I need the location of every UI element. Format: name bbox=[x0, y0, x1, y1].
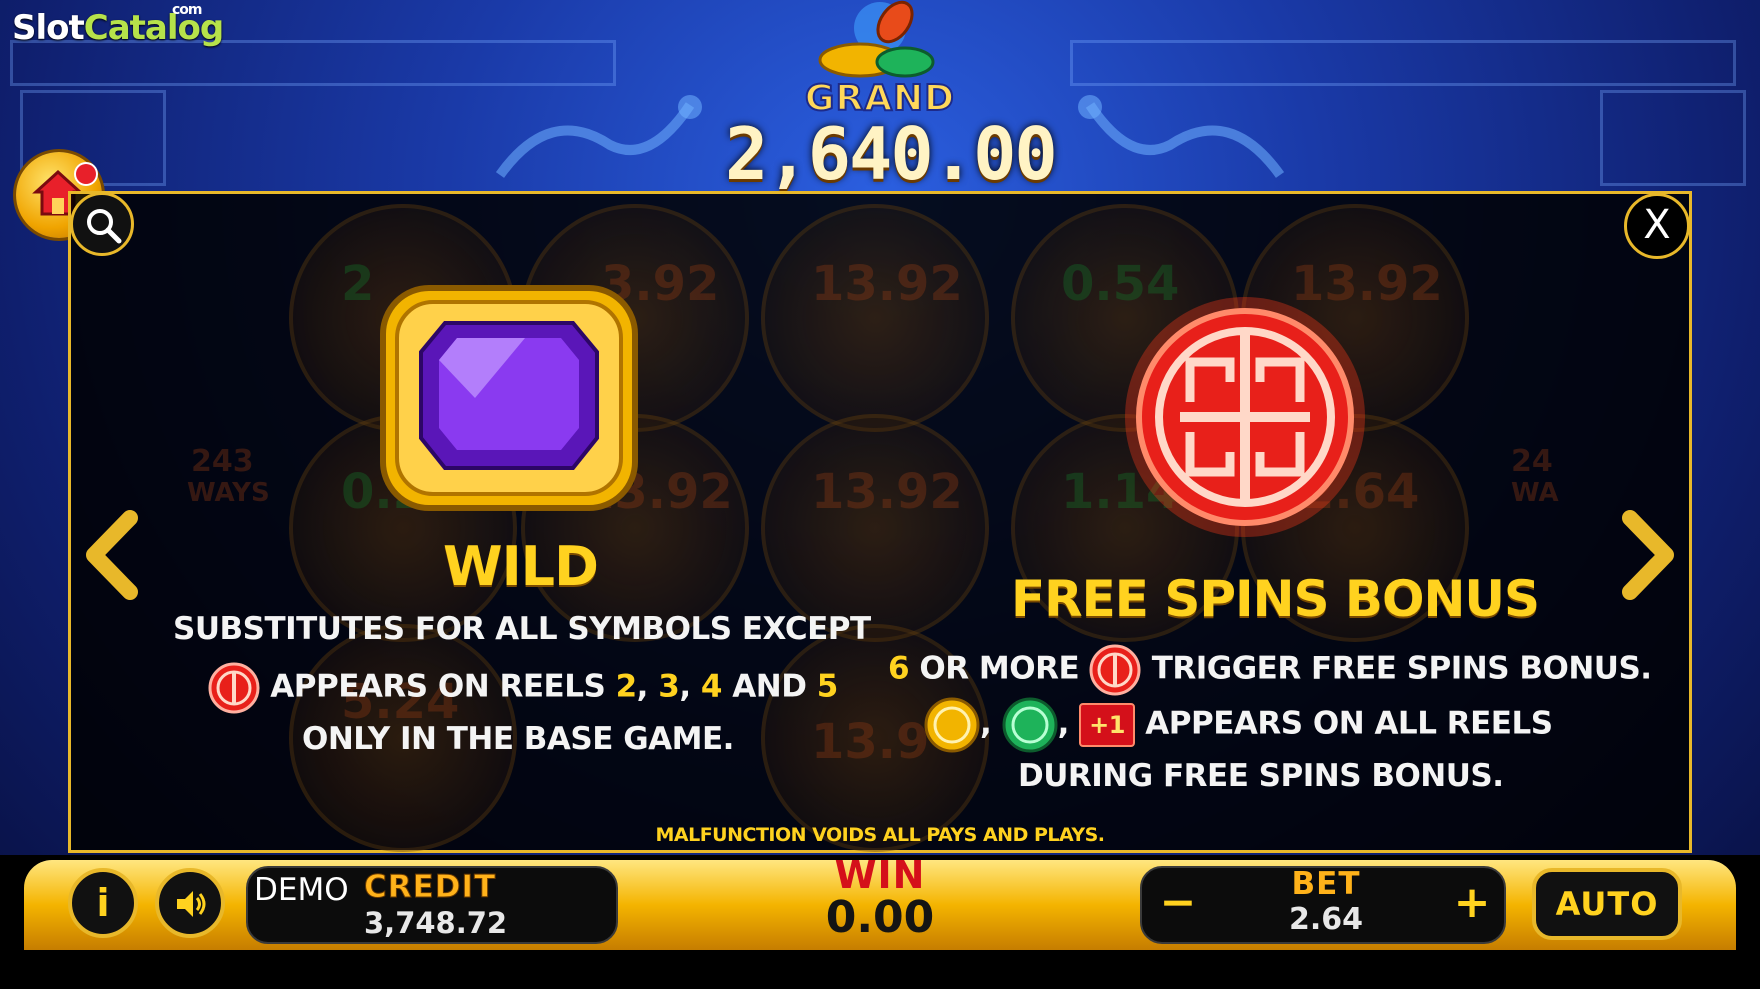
ghost-value: 13.9 bbox=[811, 714, 930, 770]
wild-title: WILD bbox=[443, 535, 599, 598]
reel-separator: , bbox=[679, 668, 691, 705]
ghost-symbol bbox=[761, 414, 989, 642]
bet-decrease-button[interactable]: − bbox=[1146, 872, 1210, 938]
dragon-left-icon bbox=[495, 95, 702, 178]
logo-com-text: com bbox=[172, 2, 202, 18]
wild-gem-icon bbox=[380, 285, 638, 511]
ghost-value: 13.92 bbox=[811, 256, 963, 312]
ghost-ways-label: WA bbox=[1511, 478, 1559, 508]
demo-label: DEMO bbox=[254, 872, 349, 908]
notification-dot bbox=[76, 164, 96, 184]
grand-jackpot: GRAND 2,640.00 bbox=[725, 0, 1058, 196]
chevron-right-icon[interactable] bbox=[1618, 510, 1678, 600]
free-spins-line-3: DURING FREE SPINS BONUS. bbox=[1018, 758, 1504, 794]
logo-slot-text: Slot bbox=[12, 8, 85, 48]
reel-number: 2 bbox=[615, 668, 638, 705]
red-coin-icon bbox=[1089, 644, 1141, 696]
reel-separator: , bbox=[636, 668, 649, 705]
win-value: 0.00 bbox=[825, 892, 935, 943]
ghost-ways-label: WAYS bbox=[187, 478, 270, 508]
chevron-left-icon[interactable] bbox=[82, 510, 142, 600]
slotcatalog-logo: SlotCatalog com bbox=[12, 2, 224, 48]
and-text: AND bbox=[732, 668, 807, 705]
wild-line-1: SUBSTITUTES FOR ALL SYMBOLS EXCEPT bbox=[173, 611, 871, 647]
reel-number: 3 bbox=[658, 668, 680, 705]
ghost-symbol bbox=[761, 204, 989, 432]
ghost-value: 13.92 bbox=[811, 464, 963, 520]
malfunction-disclaimer: MALFUNCTION VOIDS ALL PAYS AND PLAYS. bbox=[655, 824, 1105, 846]
sound-button[interactable] bbox=[155, 868, 225, 938]
jackpot-coins-icon bbox=[818, 0, 935, 78]
close-button[interactable]: X bbox=[1624, 193, 1690, 259]
bet-label: BET bbox=[1291, 866, 1361, 902]
info-button[interactable]: i bbox=[68, 868, 138, 938]
trigger-count: 6 bbox=[888, 650, 910, 687]
search-button[interactable] bbox=[70, 192, 134, 256]
symbol-separator: , bbox=[1057, 705, 1070, 742]
free-spins-line-2-end: APPEARS ON ALL REELS bbox=[1145, 705, 1553, 742]
game-background: SlotCatalog com GRAND 2,640.00 2 3.92 13… bbox=[0, 0, 1760, 989]
free-spins-line-1-end: TRIGGER FREE SPINS BONUS. bbox=[1151, 650, 1652, 687]
background-fret bbox=[1600, 90, 1746, 186]
reel-number: 4 bbox=[700, 668, 723, 705]
free-spins-line-2: , , +1 APPEARS ON ALL REELS bbox=[924, 697, 1553, 753]
free-spins-line-1: 6 OR MORE TRIGGER FREE SPINS BONUS. bbox=[888, 644, 1652, 696]
grand-value: 2,640.00 bbox=[725, 112, 1058, 196]
red-coin-icon bbox=[1125, 297, 1365, 537]
bet-increase-button[interactable]: + bbox=[1440, 872, 1504, 938]
ghost-ways-number: 24 bbox=[1511, 444, 1553, 479]
win-label: WIN bbox=[834, 853, 926, 897]
speaker-icon bbox=[177, 891, 206, 917]
credit-value: 3,748.72 bbox=[364, 906, 508, 940]
auto-spin-button[interactable]: AUTO bbox=[1532, 868, 1682, 940]
info-icon: i bbox=[96, 881, 110, 925]
ghost-ways-number: 243 bbox=[191, 444, 254, 479]
logo-catalog-text: Catalog bbox=[83, 8, 224, 48]
wild-line-2-text: APPEARS ON REELS bbox=[270, 668, 606, 705]
background-fret bbox=[1070, 40, 1736, 86]
free-spins-title: FREE SPINS BONUS bbox=[1011, 570, 1540, 628]
wild-line-2: APPEARS ON REELS 2, 3, 4 AND 5 bbox=[208, 662, 838, 714]
search-icon bbox=[87, 209, 122, 244]
close-icon: X bbox=[1643, 202, 1671, 248]
plus-one-badge: +1 bbox=[1079, 703, 1135, 747]
free-spins-line-1-text: OR MORE bbox=[919, 650, 1080, 687]
wild-line-3: ONLY IN THE BASE GAME. bbox=[302, 721, 734, 757]
bet-value: 2.64 bbox=[1288, 902, 1364, 937]
dragon-right-icon bbox=[1078, 95, 1285, 178]
symbol-separator: , bbox=[980, 705, 992, 742]
credit-label: CREDIT bbox=[363, 869, 497, 906]
green-coin-icon bbox=[1002, 697, 1058, 753]
gold-coin-icon bbox=[924, 697, 980, 753]
red-coin-icon bbox=[208, 662, 260, 714]
ghost-value: 2 bbox=[341, 256, 375, 312]
reel-number: 5 bbox=[816, 668, 839, 705]
